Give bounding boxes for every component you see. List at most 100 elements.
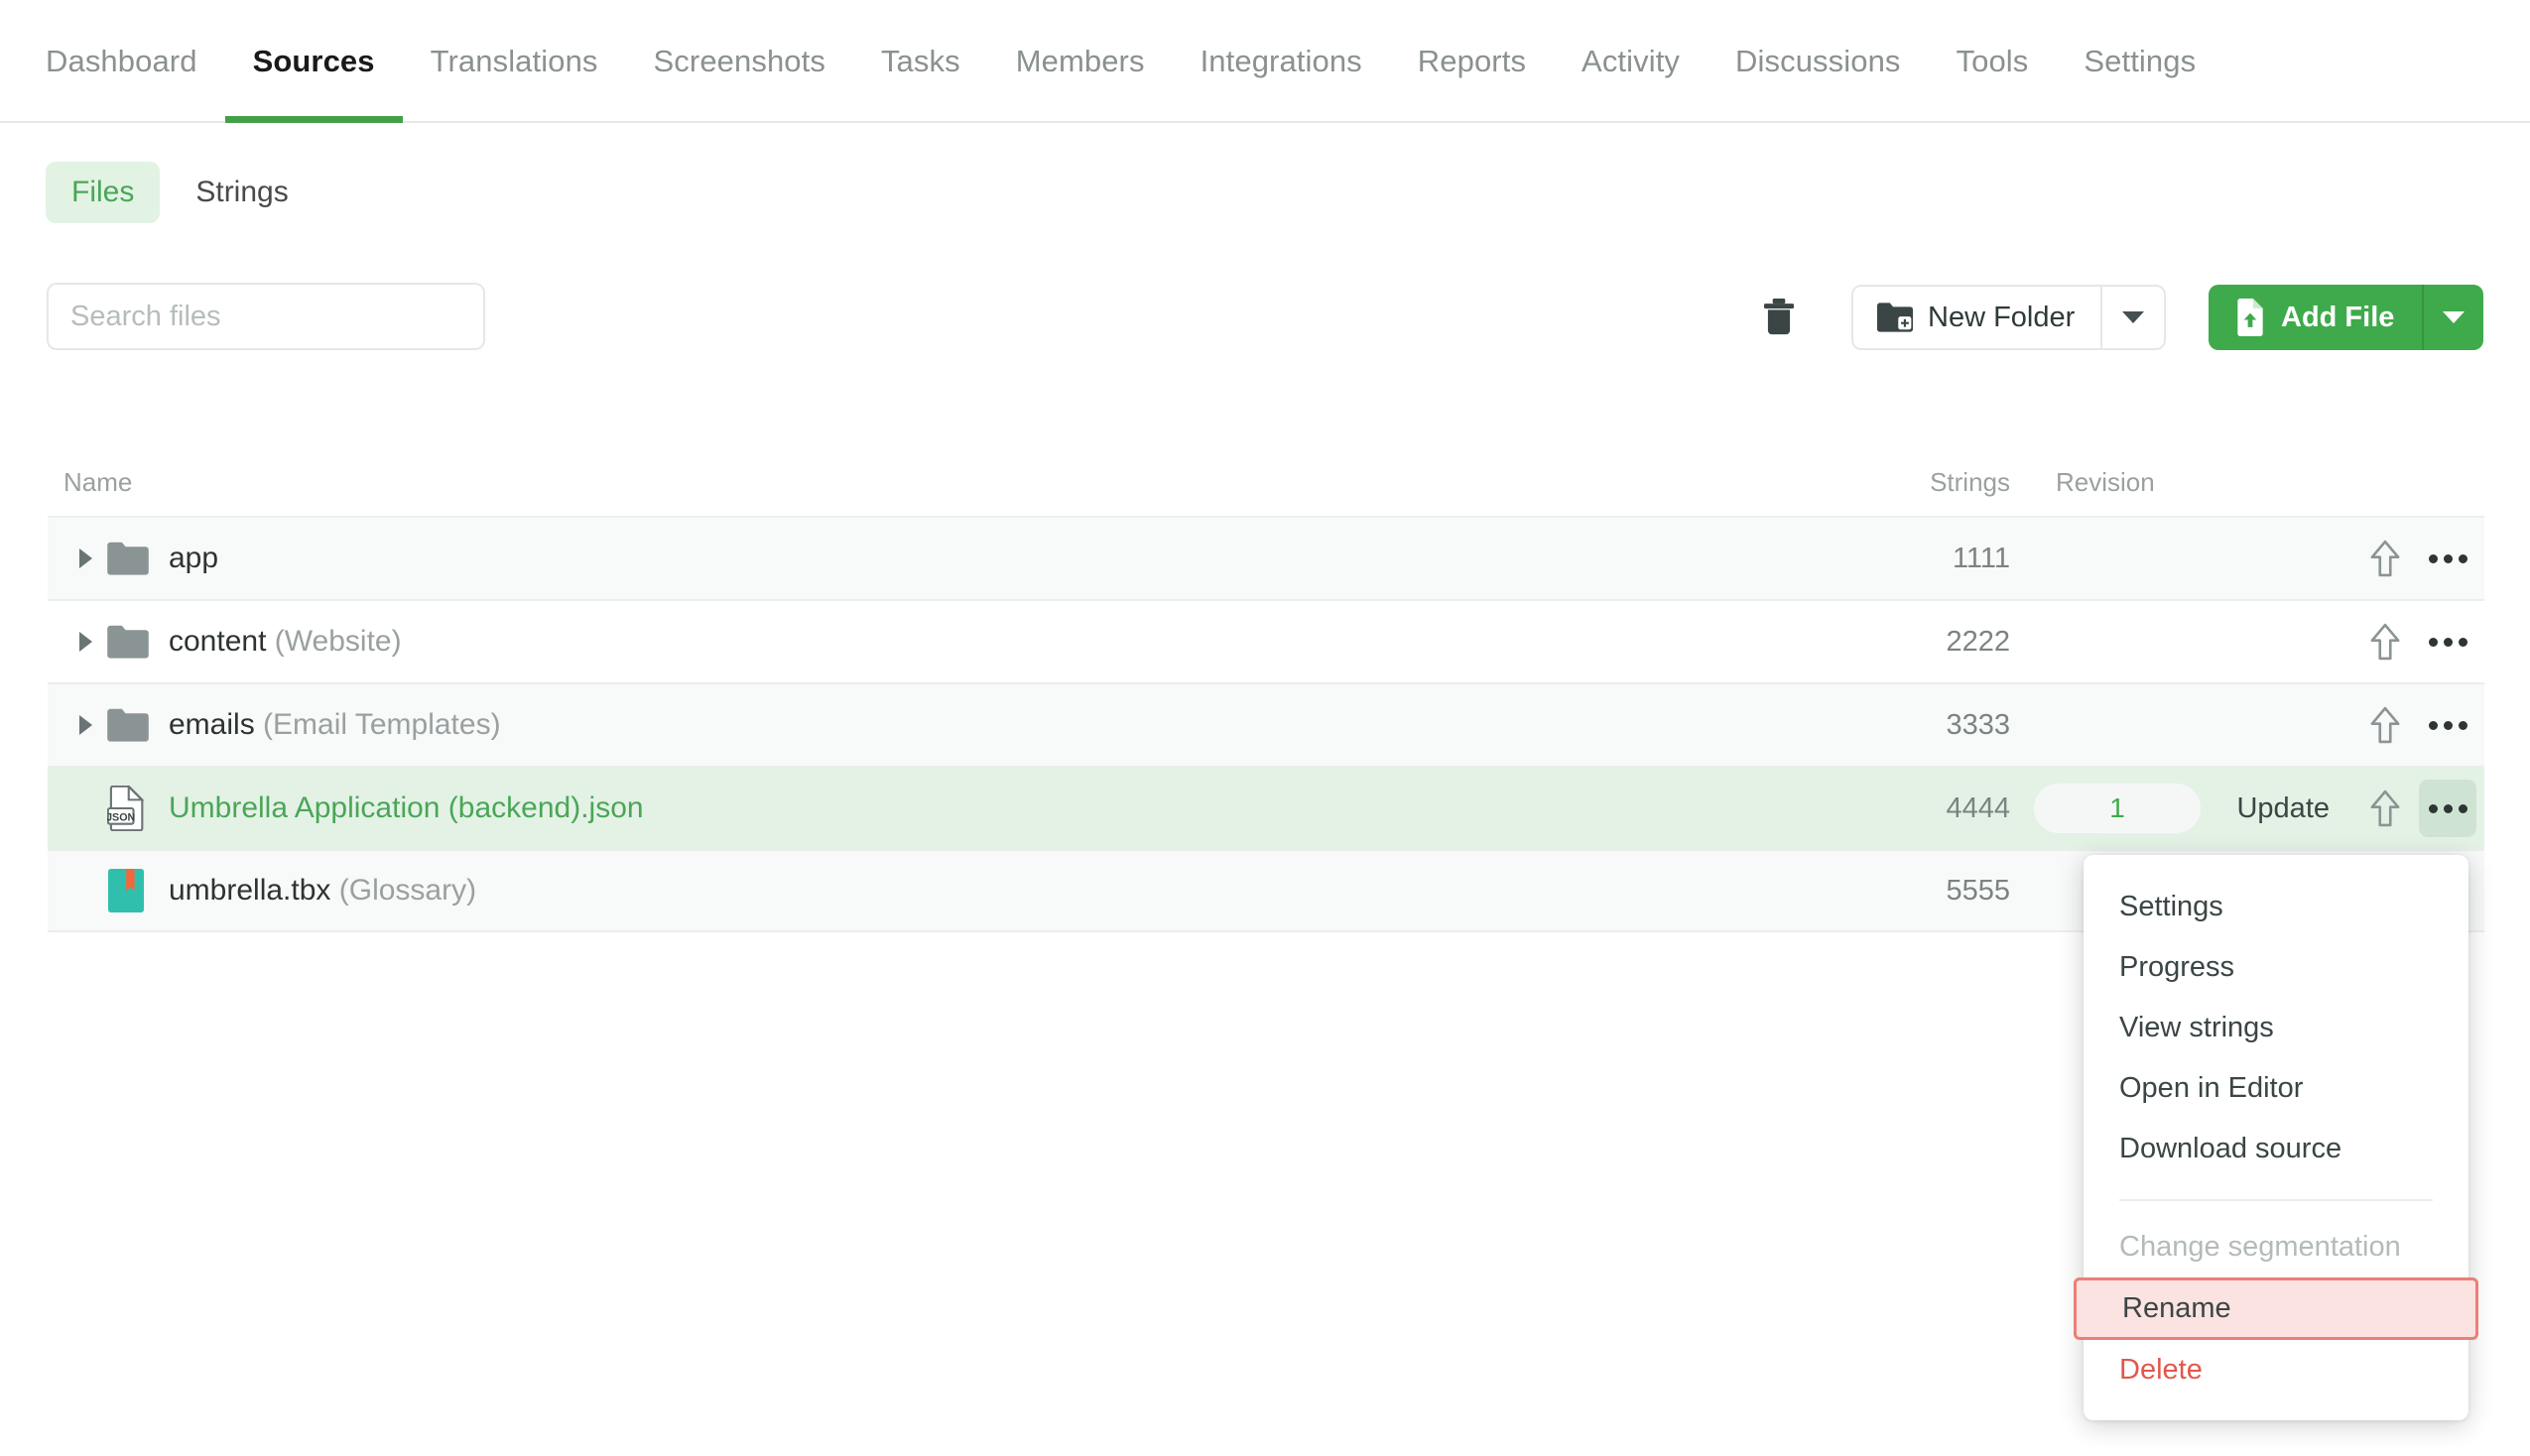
row-actions: [2216, 696, 2484, 754]
dot: [2443, 720, 2453, 730]
row-name-cell: content (Website): [63, 625, 1820, 659]
chevron-right-icon: [79, 548, 92, 568]
menu-item-view-strings[interactable]: View strings: [2084, 998, 2468, 1058]
table-row[interactable]: emails (Email Templates) 3333: [48, 682, 2484, 766]
nav-label: Tools: [1956, 44, 2029, 78]
nav-item-tasks[interactable]: Tasks: [853, 0, 988, 123]
expand-toggle[interactable]: [63, 548, 107, 568]
new-folder-dropdown-toggle[interactable]: [2100, 287, 2164, 348]
row-upload-button[interactable]: [2359, 699, 2411, 751]
row-name-label: content (Website): [169, 625, 402, 659]
row-name-cell: umbrella.tbx (Glossary): [63, 868, 1820, 913]
row-actions: [2216, 613, 2484, 670]
row-name-cell: emails (Email Templates): [63, 708, 1820, 742]
main-navigation: Dashboard Sources Translations Screensho…: [0, 0, 2530, 123]
row-upload-button[interactable]: [2359, 616, 2411, 667]
nav-label: Sources: [252, 44, 375, 78]
row-name-label[interactable]: Umbrella Application (backend).json: [169, 791, 644, 825]
chevron-right-icon: [79, 715, 92, 735]
row-upload-button[interactable]: [2359, 783, 2411, 834]
search-input[interactable]: [70, 300, 461, 333]
row-name-text: umbrella.tbx: [169, 874, 331, 907]
column-header-name: Name: [63, 466, 133, 497]
row-strings-count: 3333: [1946, 708, 2010, 741]
table-row-selected[interactable]: JSON Umbrella Application (backend).json…: [48, 766, 2484, 849]
row-more-menu-button[interactable]: [2419, 530, 2476, 587]
menu-item-download-source[interactable]: Download source: [2084, 1119, 2468, 1179]
dot: [2428, 637, 2438, 647]
tab-label: Files: [71, 176, 135, 208]
search-files-box[interactable]: [47, 283, 485, 350]
row-icon: JSON: [107, 786, 169, 831]
new-folder-label: New Folder: [1928, 301, 2076, 333]
nav-item-members[interactable]: Members: [988, 0, 1173, 123]
dot: [2443, 637, 2453, 647]
row-upload-button[interactable]: [2359, 533, 2411, 584]
row-name-suffix: (Website): [274, 625, 402, 658]
add-file-dropdown-toggle[interactable]: [2422, 285, 2483, 350]
upload-arrow-icon: [2370, 789, 2400, 827]
nav-item-activity[interactable]: Activity: [1554, 0, 1708, 123]
row-name-text: app: [169, 542, 219, 574]
dot: [2458, 720, 2467, 730]
dot: [2428, 720, 2438, 730]
table-row[interactable]: app 1111: [48, 516, 2484, 599]
nav-label: Members: [1015, 44, 1145, 78]
menu-item-progress[interactable]: Progress: [2084, 937, 2468, 998]
menu-item-open-in-editor[interactable]: Open in Editor: [2084, 1058, 2468, 1119]
row-actions: [2216, 530, 2484, 587]
nav-item-tools[interactable]: Tools: [1929, 0, 2057, 123]
add-file-split-button: Add File: [2209, 285, 2484, 350]
nav-item-discussions[interactable]: Discussions: [1708, 0, 1928, 123]
row-more-menu-button[interactable]: [2419, 613, 2476, 670]
table-header: Name Strings Revision: [48, 448, 2484, 516]
revision-badge[interactable]: 1: [2034, 784, 2201, 833]
menu-item-settings[interactable]: Settings: [2084, 877, 2468, 937]
row-more-menu-button[interactable]: [2419, 696, 2476, 754]
menu-item-rename[interactable]: Rename: [2074, 1277, 2478, 1340]
nav-item-sources[interactable]: Sources: [224, 0, 403, 123]
expand-toggle[interactable]: [63, 632, 107, 652]
row-name-label: umbrella.tbx (Glossary): [169, 874, 476, 908]
row-strings-count: 2222: [1946, 625, 2010, 658]
nav-label: Dashboard: [46, 44, 197, 78]
nav-label: Activity: [1581, 44, 1681, 78]
row-name-suffix: (Glossary): [338, 874, 477, 907]
row-strings-count: 5555: [1946, 874, 2010, 907]
row-icon: [107, 868, 169, 913]
tab-strings[interactable]: Strings: [170, 162, 314, 223]
chevron-down-icon: [2443, 311, 2466, 323]
row-more-menu-button[interactable]: [2419, 780, 2476, 837]
nav-item-settings[interactable]: Settings: [2056, 0, 2223, 123]
file-upload-icon: [2237, 299, 2263, 336]
glossary-book-icon: [108, 869, 144, 912]
table-row[interactable]: content (Website) 2222: [48, 599, 2484, 682]
row-name-cell: app: [63, 542, 1820, 575]
nav-label: Discussions: [1735, 44, 1901, 78]
folder-icon: [107, 625, 149, 659]
nav-label: Tasks: [880, 44, 960, 78]
nav-item-reports[interactable]: Reports: [1390, 0, 1554, 123]
row-name-cell: JSON Umbrella Application (backend).json: [63, 786, 1820, 831]
nav-label: Reports: [1417, 44, 1527, 78]
row-name-text: Umbrella Application (backend).json: [169, 791, 644, 824]
delete-selected-button[interactable]: [1752, 291, 1806, 344]
menu-item-change-segmentation: Change segmentation: [2119, 1231, 2401, 1263]
nav-item-integrations[interactable]: Integrations: [1173, 0, 1390, 123]
dot: [2428, 803, 2438, 813]
add-file-button[interactable]: Add File: [2209, 285, 2422, 350]
row-name-label: app: [169, 542, 218, 575]
dot: [2428, 553, 2438, 563]
file-context-menu: Settings Progress View strings Open in E…: [2074, 855, 2478, 1420]
menu-item-delete[interactable]: Delete: [2084, 1340, 2468, 1400]
tab-label: Strings: [195, 176, 289, 208]
files-toolbar: New Folder Add File: [0, 283, 2530, 384]
nav-item-dashboard[interactable]: Dashboard: [46, 0, 225, 123]
tab-files[interactable]: Files: [46, 162, 161, 223]
chevron-down-icon: [2122, 311, 2145, 323]
expand-toggle[interactable]: [63, 715, 107, 735]
row-update-link[interactable]: Update: [2236, 792, 2330, 825]
nav-item-screenshots[interactable]: Screenshots: [626, 0, 853, 123]
new-folder-button[interactable]: New Folder: [1853, 287, 2100, 348]
nav-item-translations[interactable]: Translations: [403, 0, 626, 123]
